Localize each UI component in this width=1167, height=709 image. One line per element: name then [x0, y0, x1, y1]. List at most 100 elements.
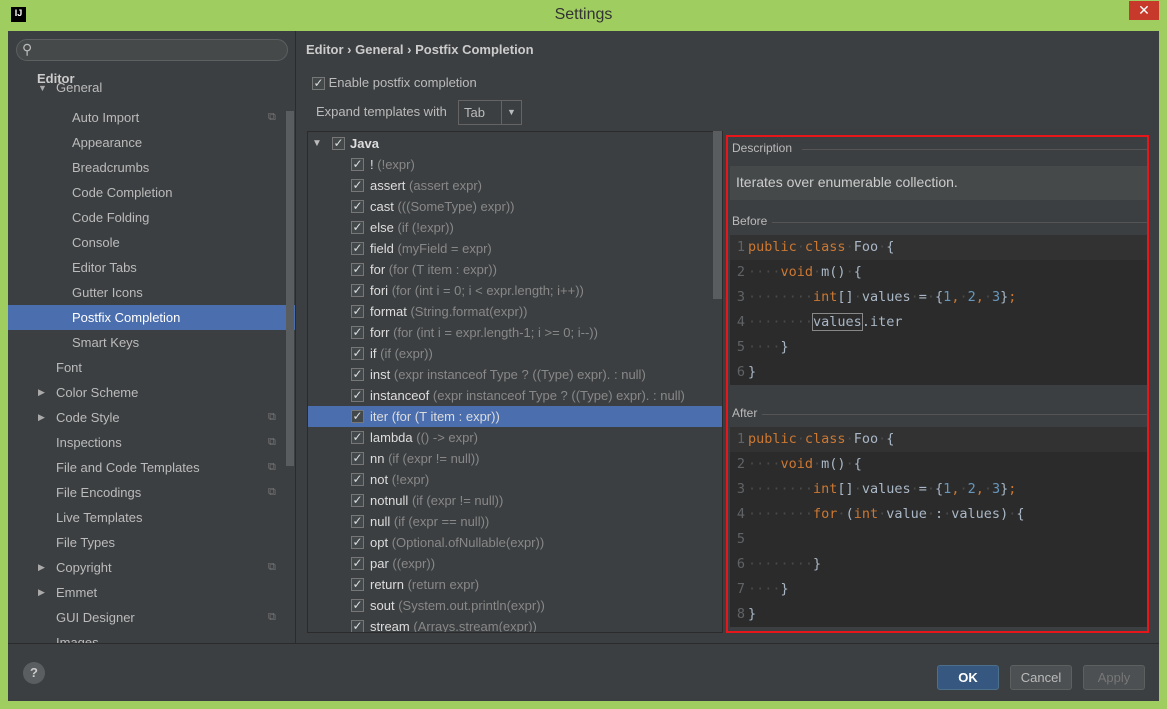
sidebar-item[interactable]: Breadcrumbs: [8, 155, 295, 180]
checkbox[interactable]: ✓: [351, 179, 364, 192]
code-token: {: [886, 431, 895, 447]
sidebar-item[interactable]: ▶ Copyright ⧉: [8, 555, 295, 580]
sidebar-item[interactable]: Console: [8, 230, 295, 255]
sidebar-item[interactable]: File Encodings ⧉: [8, 480, 295, 505]
sidebar-item[interactable]: Font: [8, 355, 295, 380]
sidebar-item[interactable]: Live Templates: [8, 505, 295, 530]
sidebar-item[interactable]: Postfix Completion: [8, 305, 295, 330]
sidebar-item[interactable]: ▶ Emmet: [8, 580, 295, 605]
template-row[interactable]: ✓ else (if (!expr)): [308, 217, 722, 238]
sidebar-item[interactable]: Smart Keys: [8, 330, 295, 355]
template-row[interactable]: ✓ iter (for (T item : expr)): [308, 406, 722, 427]
checkbox[interactable]: ✓: [351, 431, 364, 444]
template-row[interactable]: ✓ not (!expr): [308, 469, 722, 490]
template-row[interactable]: ✓ opt (Optional.ofNullable(expr)): [308, 532, 722, 553]
collapsed-arrow-icon[interactable]: ▶: [38, 405, 45, 430]
template-row[interactable]: ✓ par ((expr)): [308, 553, 722, 574]
template-row[interactable]: ✓ field (myField = expr): [308, 238, 722, 259]
sidebar-item[interactable]: ▶ Color Scheme: [8, 380, 295, 405]
sidebar-scrollbar[interactable]: [286, 111, 294, 466]
checkbox[interactable]: ✓: [351, 557, 364, 570]
checkbox[interactable]: ✓: [351, 368, 364, 381]
template-row[interactable]: ✓ notnull (if (expr != null)): [308, 490, 722, 511]
checkbox[interactable]: ✓: [351, 326, 364, 339]
code-line: 5 ····}: [730, 335, 1147, 360]
template-group-java[interactable]: ▼ ✓ Java: [308, 133, 722, 154]
collapsed-arrow-icon[interactable]: ▶: [38, 380, 45, 405]
sidebar-item[interactable]: Code Folding: [8, 205, 295, 230]
template-row[interactable]: ✓ if (if (expr)): [308, 343, 722, 364]
checkbox[interactable]: ✓: [332, 137, 345, 150]
checkbox[interactable]: ✓: [351, 263, 364, 276]
checkbox[interactable]: ✓: [351, 473, 364, 486]
sidebar-item[interactable]: GUI Designer ⧉: [8, 605, 295, 630]
code-token: ,: [975, 289, 984, 305]
cancel-button[interactable]: Cancel: [1010, 665, 1072, 690]
checkbox[interactable]: ✓: [351, 410, 364, 423]
checkbox[interactable]: ✓: [351, 158, 364, 171]
code-token: ·: [910, 289, 919, 305]
checkbox[interactable]: ✓: [351, 284, 364, 297]
template-row[interactable]: ✓! (!expr): [308, 154, 722, 175]
template-row[interactable]: ✓ for (for (T item : expr)): [308, 259, 722, 280]
line-number: 3: [736, 481, 745, 497]
template-row[interactable]: ✓ cast (((SomeType) expr)): [308, 196, 722, 217]
checkbox[interactable]: ✓: [351, 536, 364, 549]
template-row[interactable]: ✓ return (return expr): [308, 574, 722, 595]
template-example: (if (expr != null)): [411, 493, 504, 508]
checkbox[interactable]: ✓: [351, 347, 364, 360]
apply-button[interactable]: Apply: [1083, 665, 1145, 690]
sidebar-item-label: Images: [56, 635, 99, 643]
template-row[interactable]: ✓ format (String.format(expr)): [308, 301, 722, 322]
template-row[interactable]: ✓ forr (for (int i = expr.length-1; i >= …: [308, 322, 722, 343]
template-row[interactable]: ✓ lambda (() -> expr): [308, 427, 722, 448]
code-token: Foo: [853, 431, 879, 447]
collapsed-arrow-icon[interactable]: ▶: [38, 580, 45, 605]
sidebar-item[interactable]: Appearance: [8, 130, 295, 155]
checkbox[interactable]: ✓: [351, 515, 364, 528]
ok-button[interactable]: OK: [937, 665, 999, 690]
template-row[interactable]: ✓ assert (assert expr): [308, 175, 722, 196]
sidebar-item[interactable]: Images: [8, 630, 295, 643]
template-row[interactable]: ✓ instanceof (expr instanceof Type ? ((Ty…: [308, 385, 722, 406]
sidebar-item[interactable]: ▶ Code Style ⧉: [8, 405, 295, 430]
code-token: ·: [983, 289, 993, 305]
template-key: field: [370, 241, 394, 256]
checkbox[interactable]: ✓: [351, 599, 364, 612]
sidebar-item[interactable]: Code Completion: [8, 180, 295, 205]
checkbox[interactable]: ✓: [351, 494, 364, 507]
template-preview-panel: Description Iterates over enumerable col…: [726, 135, 1149, 633]
checkbox[interactable]: ✓: [351, 305, 364, 318]
checkbox[interactable]: ✓: [351, 221, 364, 234]
template-row[interactable]: ✓ sout (System.out.println(expr)): [308, 595, 722, 616]
checkbox[interactable]: ✓: [351, 200, 364, 213]
sidebar-item[interactable]: Editor Tabs: [8, 255, 295, 280]
template-row[interactable]: ✓ null (if (expr == null)): [308, 511, 722, 532]
search-icon: ⚲: [22, 41, 33, 57]
expanded-arrow-icon[interactable]: ▼: [312, 133, 322, 154]
line-number: 1: [736, 239, 745, 255]
checkbox[interactable]: ✓: [351, 578, 364, 591]
checkbox[interactable]: ✓: [351, 389, 364, 402]
sidebar-item[interactable]: File Types: [8, 530, 295, 555]
checkbox[interactable]: ✓: [351, 620, 364, 632]
template-row[interactable]: ✓ nn (if (expr != null)): [308, 448, 722, 469]
settings-dialog: ⚲ ▼ General Auto Import ⧉ Appearance Breadcru…: [8, 31, 1159, 701]
search-input[interactable]: ⚲: [16, 39, 288, 61]
template-example: (((SomeType) expr)): [397, 199, 515, 214]
sidebar-item[interactable]: Gutter Icons: [8, 280, 295, 305]
sidebar-item[interactable]: Auto Import ⧉: [8, 105, 295, 130]
help-button[interactable]: ?: [23, 662, 45, 684]
template-row[interactable]: ✓ fori (for (int i = 0; i < expr.length; …: [308, 280, 722, 301]
templates-scrollbar[interactable]: [713, 131, 722, 299]
template-row[interactable]: ✓ inst (expr instanceof Type ? ((Type) ex…: [308, 364, 722, 385]
template-row[interactable]: ✓ stream (Arrays.stream(expr)): [308, 616, 722, 632]
expand-key-select[interactable]: Tab ▼: [458, 100, 522, 125]
collapsed-arrow-icon[interactable]: ▶: [38, 555, 45, 580]
sidebar-item[interactable]: File and Code Templates ⧉: [8, 455, 295, 480]
close-button[interactable]: ✕: [1129, 1, 1159, 20]
enable-postfix-checkbox[interactable]: ✓ Enable postfix completion: [312, 75, 477, 91]
checkbox[interactable]: ✓: [351, 242, 364, 255]
checkbox[interactable]: ✓: [351, 452, 364, 465]
sidebar-item[interactable]: Inspections ⧉: [8, 430, 295, 455]
